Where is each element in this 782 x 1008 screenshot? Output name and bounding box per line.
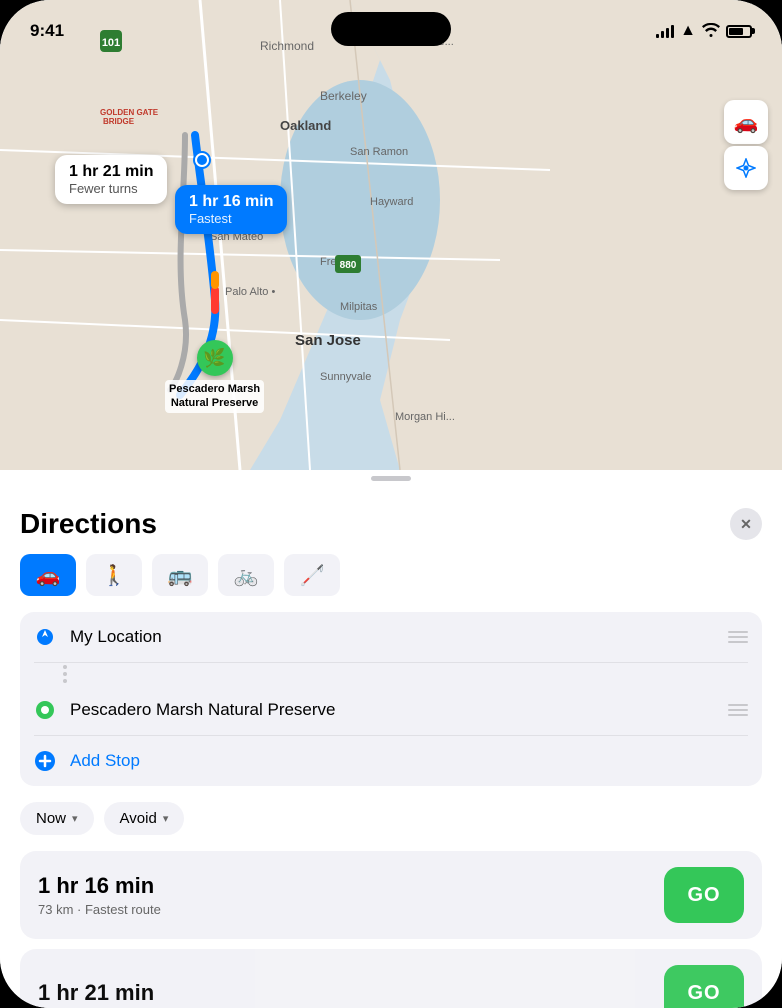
route-options: Now ▾ Avoid ▾ [20,802,762,835]
route-fastest-detail: 73 km · Fastest route [38,902,161,917]
close-button[interactable]: ✕ [730,508,762,540]
wifi-icon: ▲ [680,22,696,40]
tab-accessibility[interactable]: 🦯 [284,554,340,596]
route-connector [34,663,748,685]
svg-text:GOLDEN GATE: GOLDEN GATE [100,108,159,117]
time-option-label: Now [36,810,66,827]
destination-text: Pescadero Marsh Natural Preserve [70,700,714,720]
panel-title: Directions [20,508,157,540]
svg-text:Berkeley: Berkeley [320,89,367,103]
svg-text:Palo Alto •: Palo Alto • [225,286,275,298]
svg-text:San Jose: San Jose [295,332,361,349]
route-label-alternate[interactable]: 1 hr 21 min Fewer turns [55,155,167,204]
destination-drag-handle [728,704,748,716]
route-alt-time: 1 hr 21 min [69,163,153,181]
origin-drag-handle [728,631,748,643]
route-alt-info: 1 hr 21 min [38,980,154,1006]
sheet-handle [371,476,411,481]
tab-drive[interactable]: 🚗 [20,554,76,596]
svg-text:San Ramon: San Ramon [350,146,408,158]
wifi-signal-icon [702,23,720,40]
status-time: 9:41 [30,21,64,41]
waypoints-container: My Location [20,612,762,786]
current-location-dot [195,153,209,167]
map-controls: 🚗 [724,100,768,190]
origin-row[interactable]: My Location [34,612,748,663]
tab-walk[interactable]: 🚶 [86,554,142,596]
avoid-chevron-icon: ▾ [163,812,169,825]
svg-text:Milpitas: Milpitas [340,301,378,313]
go-button-alternate[interactable]: GO [664,965,744,1008]
destination-pin-icon: 🌿 [197,340,233,376]
map-area[interactable]: Richmond Berkeley Oakland San Ramon Hayw… [0,0,782,470]
svg-text:Oakland: Oakland [280,118,331,133]
route-label-fastest[interactable]: 1 hr 16 min Fastest [175,185,287,234]
svg-text:BRIDGE: BRIDGE [103,117,135,126]
route-card-fastest[interactable]: 1 hr 16 min 73 km · Fastest route GO [20,851,762,939]
tab-transit[interactable]: 🚌 [152,554,208,596]
route-fast-time: 1 hr 16 min [189,193,273,211]
go-button-fastest[interactable]: GO [664,867,744,923]
drive-mode-map-btn[interactable]: 🚗 [724,100,768,144]
time-chevron-icon: ▾ [72,812,78,825]
transport-mode-tabs: 🚗 🚶 🚌 🚲 🦯 [20,554,762,596]
panel-header: Directions ✕ [20,490,762,554]
svg-text:880: 880 [340,260,357,271]
add-stop-row[interactable]: Add Stop [34,736,748,786]
location-icon [34,626,56,648]
status-icons: ▲ [656,22,752,40]
location-btn[interactable] [724,146,768,190]
svg-text:Hayward: Hayward [370,196,413,208]
svg-text:Morgan Hi...: Morgan Hi... [395,411,455,423]
route-fastest-info: 1 hr 16 min 73 km · Fastest route [38,873,161,917]
add-stop-label[interactable]: Add Stop [70,751,140,771]
avoid-option[interactable]: Avoid ▾ [104,802,185,835]
destination-row[interactable]: Pescadero Marsh Natural Preserve [34,685,748,736]
add-stop-icon [34,750,56,772]
tab-cycle[interactable]: 🚲 [218,554,274,596]
avoid-option-label: Avoid [120,810,157,827]
destination-icon [34,699,56,721]
route-fast-label: Fastest [189,211,273,226]
destination-pin: 🌿 Pescadero Marsh Natural Preserve [165,340,264,413]
battery-icon [726,25,752,38]
phone-frame: 9:41 ▲ [0,0,782,1008]
route-alt-label: Fewer turns [69,181,153,196]
signal-icon [656,24,674,38]
dynamic-island [331,12,451,46]
route-alt-card-time: 1 hr 21 min [38,980,154,1006]
time-option[interactable]: Now ▾ [20,802,94,835]
route-card-alternate[interactable]: 1 hr 21 min GO [20,949,762,1008]
origin-text: My Location [70,627,714,647]
svg-text:Sunnyvale: Sunnyvale [320,371,371,383]
destination-pin-label: Pescadero Marsh Natural Preserve [165,380,264,413]
directions-panel: Directions ✕ 🚗 🚶 🚌 🚲 🦯 My Location [0,490,782,1008]
route-fastest-time: 1 hr 16 min [38,873,161,899]
